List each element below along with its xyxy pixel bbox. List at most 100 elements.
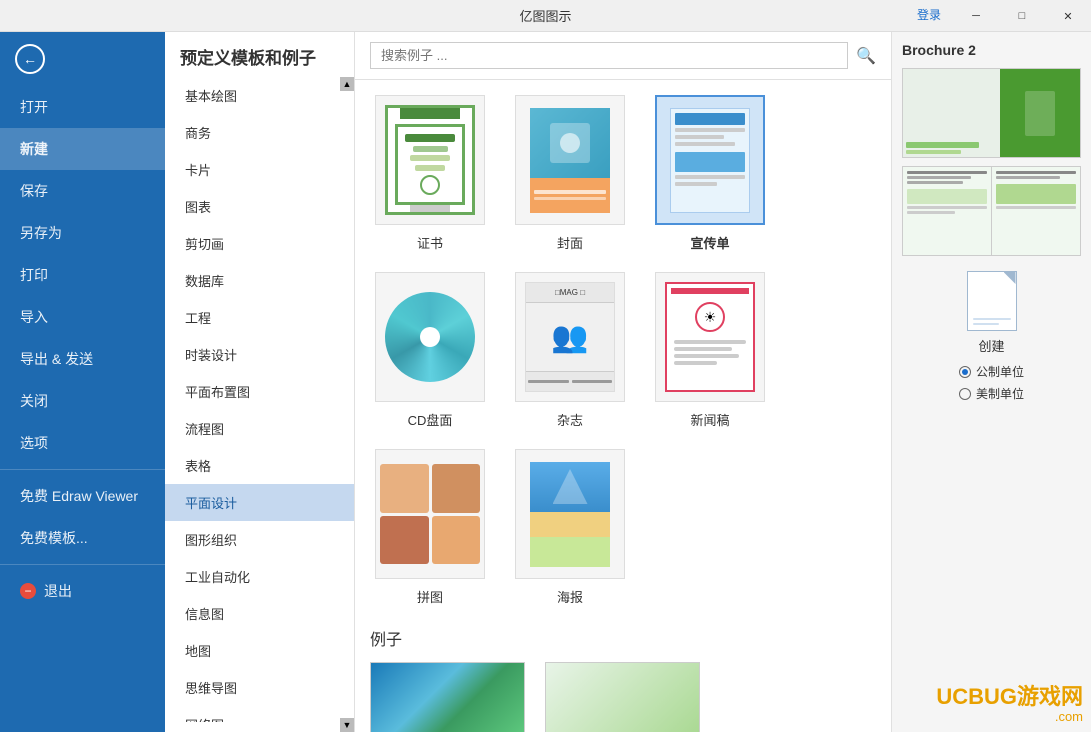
radio-imperial[interactable]: 美制单位: [959, 385, 1024, 402]
titlebar: 亿图图示 登录 ─ □ ✕: [0, 0, 1091, 32]
sidebar-item-print[interactable]: 打印: [0, 254, 165, 296]
poster-label: 海报: [557, 587, 583, 606]
search-icon[interactable]: 🔍: [856, 46, 876, 66]
news-lines: [671, 337, 749, 368]
puzzle-label: 拼图: [417, 587, 443, 606]
category-item[interactable]: 图形组织: [165, 521, 354, 558]
examples-section: 例子: [370, 626, 876, 732]
create-file-icon: [967, 271, 1017, 331]
sidebar-item-new[interactable]: 新建: [0, 128, 165, 170]
category-item[interactable]: 商务: [165, 114, 354, 151]
template-certificate[interactable]: 证书: [370, 95, 490, 252]
template-poster[interactable]: 海报: [510, 449, 630, 606]
sidebar: ← 打开 新建 保存 另存为 打印 导入 导出 & 发送 关闭 选项 免费 Ed…: [0, 32, 165, 732]
puzzle-piece: [380, 464, 429, 513]
template-cd[interactable]: CD盘面: [370, 272, 490, 429]
sidebar-divider: [0, 469, 165, 470]
preview-title: Brochure 2: [902, 42, 1081, 58]
category-item[interactable]: 工程: [165, 299, 354, 336]
login-button[interactable]: 登录: [917, 6, 941, 23]
sidebar-item-save[interactable]: 保存: [0, 170, 165, 212]
sidebar-item-export[interactable]: 导出 & 发送: [0, 338, 165, 380]
poster-visual: [530, 462, 610, 567]
watermark: UCBUG游戏网 .com: [936, 685, 1083, 724]
sidebar-item-open[interactable]: 打开: [0, 86, 165, 128]
category-item[interactable]: 思维导图: [165, 669, 354, 706]
category-item[interactable]: 平面设计: [165, 484, 354, 521]
category-item[interactable]: 时装设计: [165, 336, 354, 373]
newsletter-label: 新闻稿: [690, 410, 729, 429]
create-section: 创建 公制单位 美制单位: [902, 271, 1081, 402]
example-item-1[interactable]: [370, 662, 525, 732]
examples-title: 例子: [370, 626, 876, 650]
puzzle-visual: [380, 464, 480, 564]
preview-images: [902, 68, 1081, 256]
minimize-button[interactable]: ─: [953, 0, 999, 32]
certificate-label: 证书: [417, 233, 443, 252]
sidebar-divider2: [0, 564, 165, 565]
category-item[interactable]: 表格: [165, 447, 354, 484]
brochure-label: 宣传单: [690, 233, 729, 252]
radio-metric-dot: [959, 366, 971, 378]
sidebar-item-options[interactable]: 选项: [0, 422, 165, 464]
category-item[interactable]: 卡片: [165, 151, 354, 188]
back-circle: ←: [15, 44, 45, 74]
cd-label: CD盘面: [408, 410, 453, 429]
radio-metric[interactable]: 公制单位: [959, 363, 1024, 380]
exit-label: 退出: [44, 581, 72, 601]
example-item-2[interactable]: [545, 662, 700, 732]
category-item[interactable]: 网络图: [165, 706, 354, 722]
preview-image-1: [902, 68, 1081, 158]
cd-hole: [420, 327, 440, 347]
cover-visual: [530, 108, 610, 213]
category-list: 基本绘图商务卡片图表剪切画数据库工程时装设计平面布置图流程图表格平面设计图形组织…: [165, 77, 354, 722]
category-item[interactable]: 信息图: [165, 595, 354, 632]
certificate-visual: [385, 105, 475, 215]
mag-people-icon: 👥: [551, 320, 588, 355]
template-brochure[interactable]: 宣传单: [650, 95, 770, 252]
cd-thumb: [375, 272, 485, 402]
search-bar: 🔍: [355, 32, 891, 80]
category-item[interactable]: 图表: [165, 188, 354, 225]
maximize-button[interactable]: □: [999, 0, 1045, 32]
radio-imperial-label: 美制单位: [976, 385, 1024, 402]
back-button[interactable]: ←: [0, 32, 165, 86]
watermark-line2: .com: [936, 709, 1083, 724]
scroll-up-button[interactable]: ▲: [340, 77, 354, 91]
preview-panel: Brochure 2: [891, 32, 1091, 732]
template-magazine[interactable]: □MAG □ 👥 杂志: [510, 272, 630, 429]
scroll-down-button[interactable]: ▼: [340, 718, 354, 732]
category-item[interactable]: 流程图: [165, 410, 354, 447]
category-item[interactable]: 基本绘图: [165, 77, 354, 114]
magazine-thumb: □MAG □ 👥: [515, 272, 625, 402]
back-arrow-icon: ←: [23, 51, 37, 67]
close-button[interactable]: ✕: [1045, 0, 1091, 32]
sidebar-item-import[interactable]: 导入: [0, 296, 165, 338]
category-item[interactable]: 地图: [165, 632, 354, 669]
sidebar-item-saveas[interactable]: 另存为: [0, 212, 165, 254]
app-body: ← 打开 新建 保存 另存为 打印 导入 导出 & 发送 关闭 选项 免费 Ed…: [0, 32, 1091, 732]
templates-grid: 证书: [370, 95, 876, 606]
news-circle: ☀: [695, 302, 725, 332]
template-newsletter[interactable]: ☀ 新闻稿: [650, 272, 770, 429]
sidebar-item-close[interactable]: 关闭: [0, 380, 165, 422]
watermark-line1: UCBUG游戏网: [936, 685, 1083, 709]
template-puzzle[interactable]: 拼图: [370, 449, 490, 606]
category-item[interactable]: 平面布置图: [165, 373, 354, 410]
template-cover[interactable]: 封面: [510, 95, 630, 252]
sidebar-item-free-template[interactable]: 免费模板...: [0, 517, 165, 559]
category-item[interactable]: 数据库: [165, 262, 354, 299]
news-text-line: [674, 361, 717, 365]
cover-label: 封面: [557, 233, 583, 252]
radio-metric-label: 公制单位: [976, 363, 1024, 380]
category-item[interactable]: 剪切画: [165, 225, 354, 262]
preview-img-visual-1: [903, 69, 1080, 157]
sidebar-item-exit[interactable]: 退出: [0, 570, 165, 612]
sidebar-item-free-viewer[interactable]: 免费 Edraw Viewer: [0, 475, 165, 517]
magazine-visual: □MAG □ 👥: [525, 282, 615, 392]
search-input[interactable]: [370, 42, 848, 69]
category-item[interactable]: 工业自动化: [165, 558, 354, 595]
create-label: 创建: [978, 336, 1004, 355]
examples-grid: [370, 662, 876, 732]
main-content: 🔍: [355, 32, 891, 732]
